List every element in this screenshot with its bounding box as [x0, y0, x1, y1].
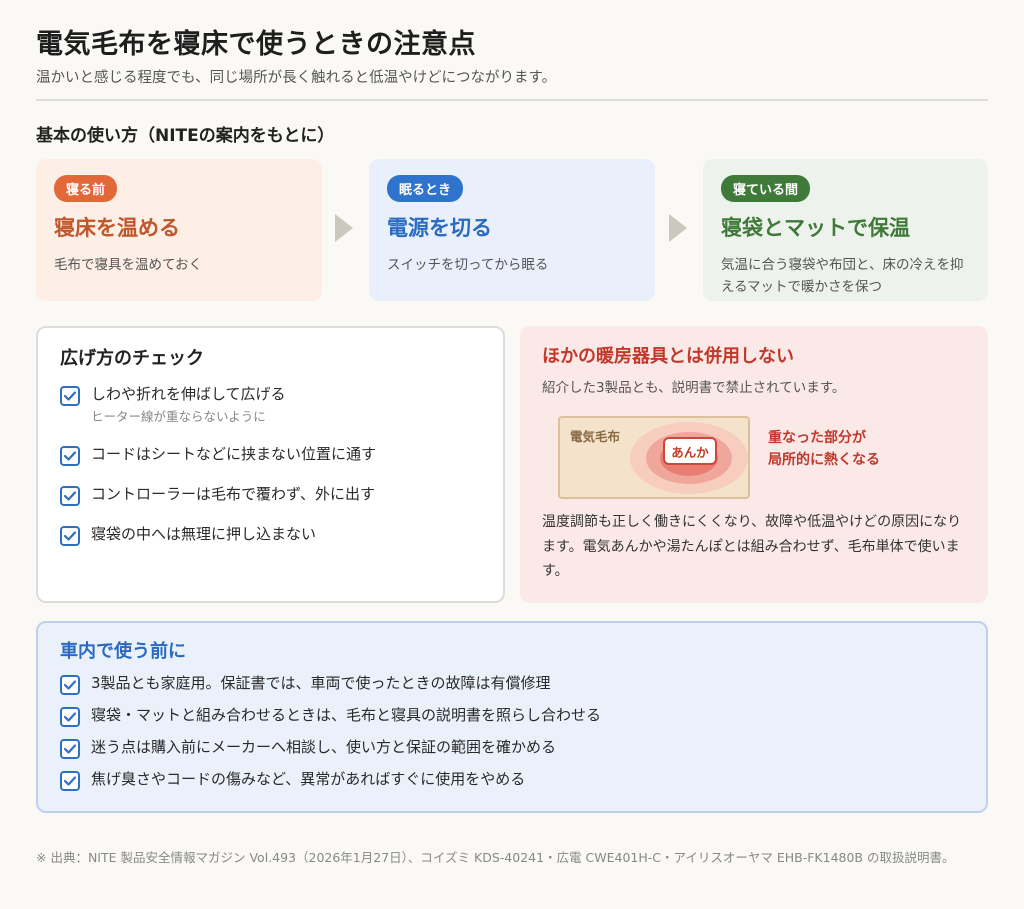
checkbox-checked-icon — [60, 445, 80, 466]
check-item: コントローラーは毛布で覆わず、外に出す — [60, 484, 481, 506]
checkbox-checked-icon — [60, 525, 80, 546]
check-item-text: 寝袋・マットと組み合わせるときは、毛布と寝具の説明書を照らし合わせる — [91, 706, 602, 724]
blanket-label: 電気毛布 — [570, 429, 621, 444]
step-description: スイッチを切ってから眠る — [387, 257, 549, 273]
step-badge: 寝ている間 — [721, 175, 811, 202]
check-item: コードはシートなどに挟まない位置に通す — [60, 444, 481, 466]
step-card-before-sleep: 寝る前 寝床を温める 毛布で寝具を温めておく — [36, 159, 322, 301]
check-item: 迷う点は購入前にメーカーへ相談し、使い方と保証の範囲を確かめる — [60, 737, 964, 759]
step-heading: 電源を切る — [387, 216, 492, 240]
check-item-text: 3製品とも家庭用。保証書では、車両で使ったときの故障は有償修理 — [91, 674, 551, 692]
check-item-text: コードはシートなどに挟まない位置に通す — [91, 444, 377, 463]
car-use-title: 車内で使う前に — [60, 641, 186, 662]
overlap-note-line: 局所的に熱くなる — [768, 451, 880, 468]
step-card-while-asleep: 寝ている間 寝袋とマットで保温 気温に合う寝袋や布団と、床の冷えを抑えるマットで… — [703, 159, 988, 301]
check-item-text: しわや折れを伸ばして広げる — [91, 385, 286, 403]
header-divider — [36, 99, 988, 101]
step-badge: 寝る前 — [54, 175, 118, 202]
no-other-heaters-card: ほかの暖房器具とは併用しない 紹介した3製品とも、説明書で禁止されています。 電… — [520, 326, 988, 603]
car-use-card: 車内で使う前に 3製品とも家庭用。保証書では、車両で使ったときの故障は有償修理 … — [36, 621, 988, 813]
check-item-text: 寝袋の中へは無理に押し込まない — [91, 524, 317, 543]
page-subtitle: 温かいと感じる程度でも、同じ場所が長く触れると低温やけどにつながります。 — [36, 70, 557, 86]
check-item: 寝袋・マットと組み合わせるときは、毛布と寝具の説明書を照らし合わせる — [60, 705, 964, 727]
check-item: しわや折れを伸ばして広げる ヒーター線が重ならないように — [60, 384, 481, 426]
step-description: 気温に合う寝袋や布団と、床の冷えを抑えるマットで暖かさを保つ — [721, 257, 964, 296]
check-item-text: 焦げ臭さやコードの傷みなど、異常があればすぐに使用をやめる — [91, 770, 526, 788]
no-other-heaters-title: ほかの暖房器具とは併用しない — [542, 346, 794, 367]
spread-check-list: しわや折れを伸ばして広げる ヒーター線が重ならないように コードはシートなどに挟… — [60, 384, 481, 546]
step-description: 毛布で寝具を温めておく — [54, 257, 203, 273]
check-item: 焦げ臭さやコードの傷みなど、異常があればすぐに使用をやめる — [60, 769, 964, 791]
overlap-note-line: 重なった部分が — [768, 430, 866, 446]
check-item: 3製品とも家庭用。保証書では、車両で使ったときの故障は有償修理 — [60, 673, 964, 695]
checkbox-checked-icon — [60, 739, 80, 759]
check-item-subtext: ヒーター線が重ならないように — [91, 408, 266, 424]
step-heading: 寝床を温める — [54, 216, 180, 240]
checkbox-checked-icon — [60, 771, 80, 791]
spread-check-title: 広げ方のチェック — [60, 348, 204, 369]
anka-label: あんか — [663, 437, 717, 465]
checkbox-checked-icon — [60, 707, 80, 727]
check-item: 寝袋の中へは無理に押し込まない — [60, 524, 481, 546]
check-item-text: 迷う点は購入前にメーカーへ相談し、使い方と保証の範囲を確かめる — [91, 738, 557, 756]
step-heading: 寝袋とマットで保温 — [721, 216, 910, 240]
no-other-heaters-subtitle: 紹介した3製品とも、説明書で禁止されています。 — [542, 380, 846, 396]
spread-check-card: 広げ方のチェック しわや折れを伸ばして広げる ヒーター線が重ならないように コー… — [36, 326, 505, 603]
checkbox-checked-icon — [60, 485, 80, 506]
source-footnote: ※ 出典：NITE 製品安全情報マガジン Vol.493（2026年1月27日）… — [36, 850, 955, 865]
checkbox-checked-icon — [60, 386, 80, 406]
step-arrow-icon — [335, 214, 353, 242]
car-use-list: 3製品とも家庭用。保証書では、車両で使ったときの故障は有償修理 寝袋・マットと組… — [60, 673, 964, 791]
check-item-text: コントローラーは毛布で覆わず、外に出す — [91, 484, 375, 503]
checkbox-checked-icon — [60, 675, 80, 695]
overlap-warning-note: 重なった部分が 局所的に熱くなる — [768, 428, 880, 471]
step-badge: 眠るとき — [387, 175, 464, 202]
basic-usage-title: 基本の使い方（NITEの案内をもとに） — [36, 126, 335, 146]
page-title: 電気毛布を寝床で使うときの注意点 — [36, 29, 476, 60]
step-arrow-icon — [669, 214, 687, 242]
step-card-when-sleeping: 眠るとき 電源を切る スイッチを切ってから眠る — [369, 159, 655, 301]
no-other-heaters-body: 温度調節も正しく働きにくくなり、故障や低温やけどの原因になります。電気あんかや湯… — [542, 514, 962, 579]
electric-blanket-illustration: 電気毛布 あんか — [558, 416, 750, 499]
